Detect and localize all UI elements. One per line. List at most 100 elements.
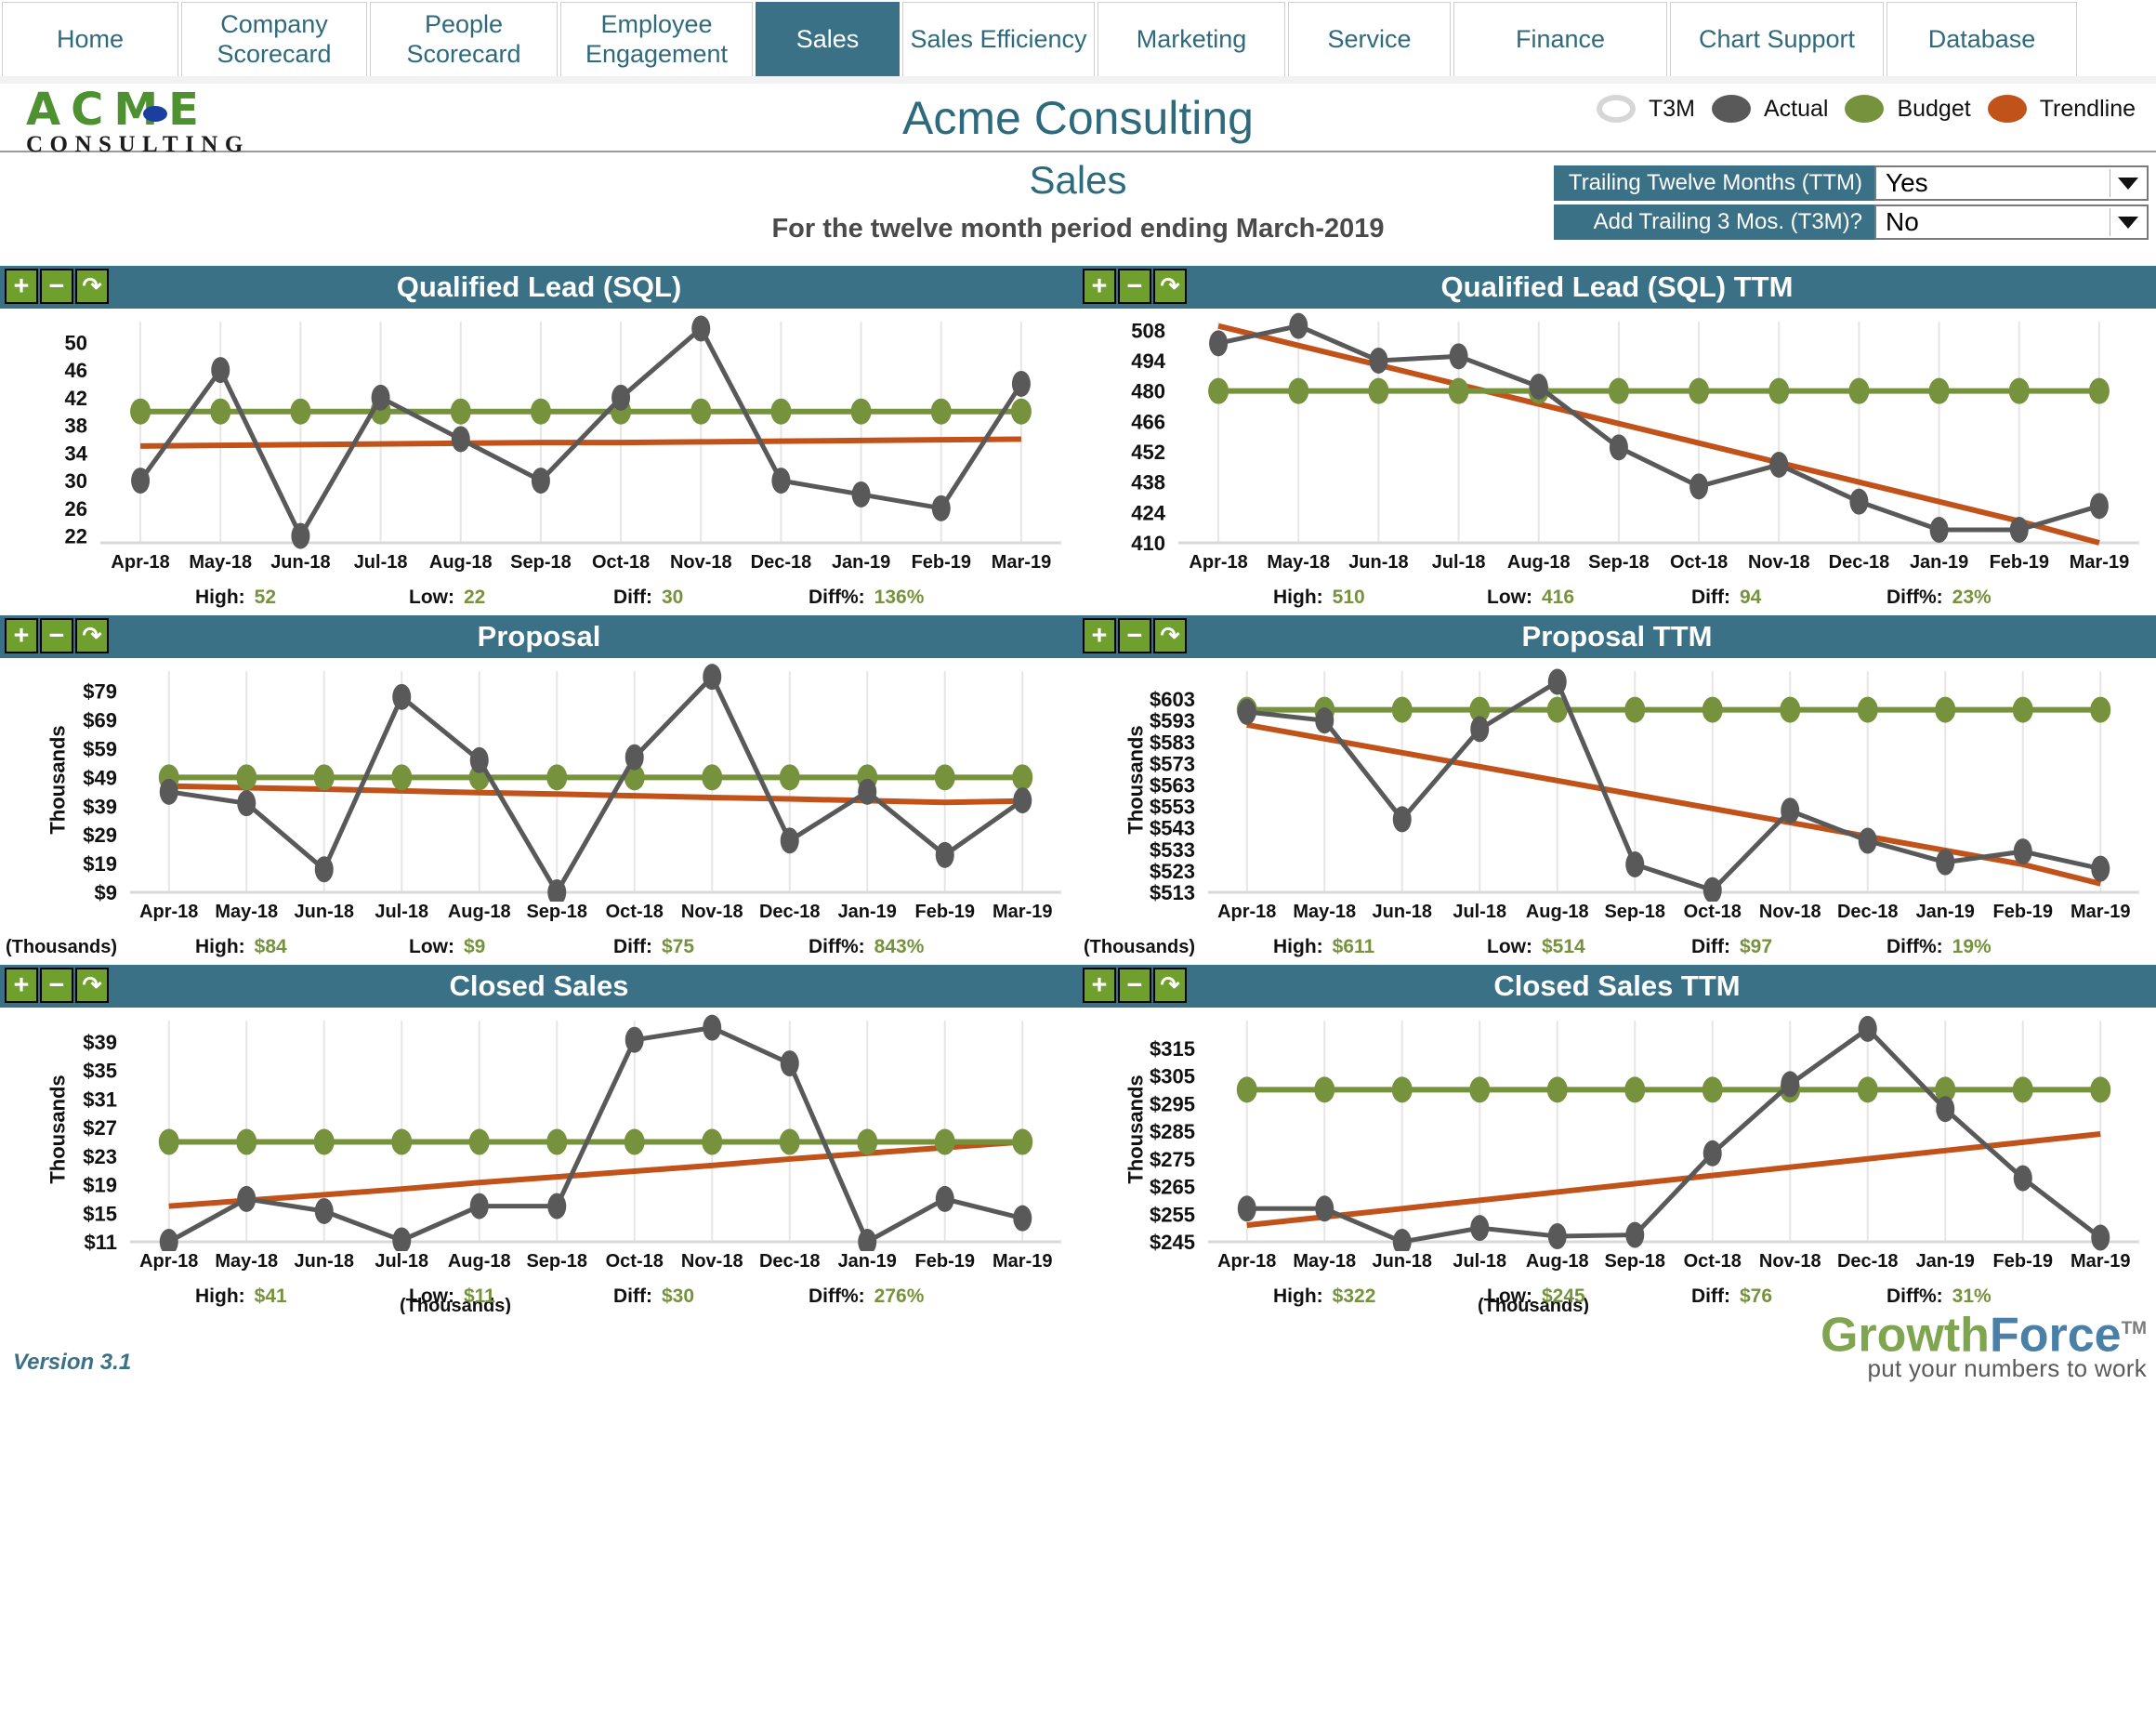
svg-text:$593: $593 <box>1150 709 1195 732</box>
x-tick-label: Jul-18 <box>1431 552 1486 573</box>
refresh-button-proposal-ttm[interactable]: ↷ <box>1153 618 1187 653</box>
x-tick-label: Oct-18 <box>605 902 664 922</box>
stat-label: Low: <box>409 587 454 608</box>
chart-stats-proposal: (Thousands) High: $84 Low: $9 Diff: $75 Diff%: 8… <box>0 929 1078 965</box>
refresh-button-sql[interactable]: ↷ <box>75 269 109 304</box>
svg-text:494: 494 <box>1131 349 1165 373</box>
remove-button-proposal[interactable]: − <box>40 618 73 653</box>
stat-diff-sql-ttm: Diff: 94 <box>1691 587 1761 609</box>
remove-button-closed-sales[interactable]: − <box>40 968 73 1003</box>
chart-title-proposal: Proposal <box>477 620 601 653</box>
chevron-down-icon[interactable] <box>2110 208 2145 236</box>
chart-title-proposal-ttm: Proposal TTM <box>1521 620 1713 653</box>
nav-tab-company-scorecard[interactable]: Company Scorecard <box>181 2 367 76</box>
stat-value: $41 <box>254 1285 287 1307</box>
stat-value: 52 <box>254 587 277 608</box>
stat-value: $9 <box>463 936 486 957</box>
stat-label: Diff%: <box>1886 936 1943 957</box>
svg-text:$9: $9 <box>95 881 117 902</box>
x-tick-label: Nov-18 <box>680 1251 743 1272</box>
stat-diff-closed-sales: Diff: $30 <box>613 1285 694 1308</box>
dropdown-value-1: No <box>1886 207 1919 236</box>
y-axis-label-proposal-ttm: Thousands <box>1124 725 1148 835</box>
add-button-closed-sales-ttm[interactable]: + <box>1083 968 1116 1003</box>
nav-tab-service[interactable]: Service <box>1288 2 1451 76</box>
svg-text:466: 466 <box>1131 410 1165 433</box>
chevron-down-icon[interactable] <box>2110 169 2145 197</box>
stat-label: High: <box>195 936 245 957</box>
nav-tab-marketing[interactable]: Marketing <box>1098 2 1285 76</box>
stat-label: Low: <box>409 936 454 957</box>
thousands-unit-label-proposal: (Thousands) <box>6 937 117 957</box>
refresh-button-proposal[interactable]: ↷ <box>75 618 109 653</box>
add-button-proposal[interactable]: + <box>5 618 38 653</box>
svg-text:$59: $59 <box>83 737 117 760</box>
x-tick-label: Jun-18 <box>1348 552 1409 573</box>
svg-text:$23: $23 <box>83 1145 117 1168</box>
stat-label: Diff: <box>1691 587 1730 608</box>
x-tick-label: Aug-18 <box>1525 1251 1589 1272</box>
svg-text:424: 424 <box>1131 501 1165 524</box>
chart-header-proposal-ttm: + − ↷ Proposal TTM <box>1078 615 2156 658</box>
nav-tab-chart-support[interactable]: Chart Support <box>1670 2 1884 76</box>
stat-value: $97 <box>1739 936 1773 957</box>
stat-high-closed-sales-ttm: High: $322 <box>1273 1285 1375 1308</box>
stat-value: 416 <box>1541 587 1575 608</box>
add-button-sql[interactable]: + <box>5 269 38 304</box>
x-tick-label: Aug-18 <box>447 902 511 922</box>
x-tick-label: May-18 <box>215 1251 279 1272</box>
x-tick-label: Apr-18 <box>1217 902 1277 922</box>
svg-text:$305: $305 <box>1150 1065 1195 1088</box>
x-tick-label: May-18 <box>189 552 253 573</box>
nav-tab-people-scorecard[interactable]: People Scorecard <box>370 2 558 76</box>
chart-header-closed-sales: + − ↷ Closed Sales <box>0 965 1078 1008</box>
x-tick-label: Aug-18 <box>1525 902 1589 922</box>
refresh-button-closed-sales-ttm[interactable]: ↷ <box>1153 968 1187 1003</box>
nav-tab-employee-engagement[interactable]: Employee Engagement <box>560 2 753 76</box>
remove-button-closed-sales-ttm[interactable]: − <box>1118 968 1151 1003</box>
x-tick-label: Feb-19 <box>911 552 972 573</box>
x-tick-label: Dec-18 <box>750 552 812 573</box>
svg-text:$583: $583 <box>1150 731 1195 754</box>
x-tick-label: Oct-18 <box>1683 902 1742 922</box>
legend-label-budget: Budget <box>1897 95 1971 122</box>
x-tick-label: Mar-19 <box>2071 1251 2131 1272</box>
refresh-button-closed-sales[interactable]: ↷ <box>75 968 109 1003</box>
add-button-proposal-ttm[interactable]: + <box>1083 618 1116 653</box>
x-tick-label: Sep-18 <box>526 1251 588 1272</box>
nav-tab-database[interactable]: Database <box>1886 2 2077 76</box>
app-footer: Version 3.1 GrowthForceTM put your numbe… <box>0 1310 2156 1385</box>
remove-button-proposal-ttm[interactable]: − <box>1118 618 1151 653</box>
growthforce-tagline: put your numbers to work <box>1867 1354 2147 1382</box>
stat-value: $84 <box>254 936 287 957</box>
refresh-button-sql-ttm[interactable]: ↷ <box>1153 269 1187 304</box>
stat-diff-closed-sales-ttm: Diff: $76 <box>1691 1285 1772 1308</box>
nav-tab-sales-efficiency[interactable]: Sales Efficiency <box>902 2 1095 76</box>
nav-tab-sales[interactable]: Sales <box>756 2 900 76</box>
x-tick-label: Jan-19 <box>837 902 897 922</box>
stat-label: Low: <box>409 1285 454 1307</box>
x-tick-label: Apr-18 <box>139 1251 199 1272</box>
remove-button-sql-ttm[interactable]: − <box>1118 269 1151 304</box>
chart-title-closed-sales: Closed Sales <box>449 969 629 1002</box>
x-tick-label: Feb-19 <box>1989 552 2050 573</box>
svg-text:22: 22 <box>65 525 87 548</box>
x-tick-label: Mar-19 <box>993 1251 1053 1272</box>
nav-tab-home[interactable]: Home <box>2 2 178 76</box>
x-tick-label: Sep-18 <box>1588 552 1650 573</box>
legend-label-actual: Actual <box>1763 95 1829 122</box>
stat-value: 19% <box>1952 936 1992 957</box>
add-button-closed-sales[interactable]: + <box>5 968 38 1003</box>
nav-tab-finance[interactable]: Finance <box>1453 2 1667 76</box>
legend-marker-actual-icon <box>1711 95 1751 123</box>
x-tick-label: Apr-18 <box>111 552 170 573</box>
remove-button-sql[interactable]: − <box>40 269 73 304</box>
stat-label: Low: <box>1487 1285 1532 1307</box>
ttm-dropdown[interactable]: Yes <box>1874 165 2149 201</box>
t3m-dropdown[interactable]: No <box>1874 204 2149 240</box>
x-tick-label: May-18 <box>1293 1251 1357 1272</box>
add-button-sql-ttm[interactable]: + <box>1083 269 1116 304</box>
svg-text:480: 480 <box>1131 380 1165 403</box>
stat-low-proposal: Low: $9 <box>409 936 485 958</box>
svg-text:$49: $49 <box>83 766 117 789</box>
